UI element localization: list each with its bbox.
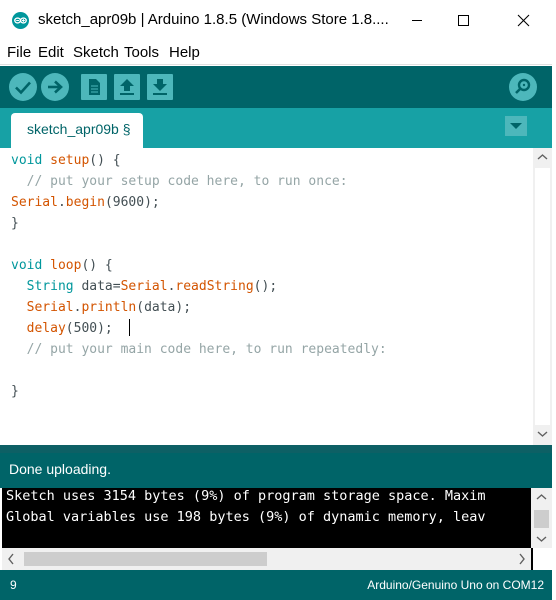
tab-label: sketch_apr09b § xyxy=(27,121,131,137)
text-cursor xyxy=(129,319,130,336)
code-line: } xyxy=(11,384,19,399)
code-line: // put your main code here, to run repea… xyxy=(26,342,387,357)
menu-edit[interactable]: Edit xyxy=(38,44,64,61)
code-line: // put your setup code here, to run once… xyxy=(26,174,348,189)
upload-button[interactable] xyxy=(41,73,69,101)
arrow-down-icon xyxy=(153,79,167,95)
window-title: sketch_apr09b | Arduino 1.8.5 (Windows S… xyxy=(38,11,389,28)
status-message: Done uploading. xyxy=(9,461,111,477)
code-line: delay(500); xyxy=(26,321,113,336)
menu-file[interactable]: File xyxy=(7,44,31,61)
code-line: void loop() { xyxy=(11,258,113,273)
close-button[interactable] xyxy=(500,0,546,40)
arrow-right-icon xyxy=(48,80,63,94)
new-button[interactable] xyxy=(81,74,107,100)
magnifier-icon xyxy=(515,78,531,94)
arrow-up-icon xyxy=(120,79,134,95)
editor-scroll-thumb[interactable] xyxy=(535,168,550,425)
code-line: String data=Serial.readString(); xyxy=(26,279,278,294)
maximize-icon xyxy=(458,15,469,26)
arduino-logo-icon xyxy=(12,12,29,29)
maximize-button[interactable] xyxy=(440,0,486,40)
tab-menu-button[interactable] xyxy=(505,116,527,136)
scroll-left-icon[interactable] xyxy=(6,552,16,566)
console-line: Global variables use 198 bytes (9%) of d… xyxy=(6,509,486,525)
file-icon xyxy=(89,79,100,95)
menu-help[interactable]: Help xyxy=(169,44,200,61)
scroll-right-icon[interactable] xyxy=(517,552,527,566)
code-line: void setup() { xyxy=(11,153,121,168)
pane-divider[interactable] xyxy=(0,445,556,453)
menu-sketch[interactable]: Sketch xyxy=(73,44,119,61)
verify-button[interactable] xyxy=(9,73,37,101)
line-number: 9 xyxy=(10,578,17,592)
serial-monitor-button[interactable] xyxy=(509,73,537,101)
scroll-down-icon[interactable] xyxy=(536,429,549,439)
menu-tools[interactable]: Tools xyxy=(124,44,159,61)
close-icon xyxy=(517,14,530,27)
scroll-up-icon[interactable] xyxy=(536,152,549,162)
minimize-button[interactable] xyxy=(394,0,440,40)
console-vertical-scroll-thumb[interactable] xyxy=(534,510,549,528)
console-horizontal-scroll-thumb[interactable] xyxy=(24,552,267,566)
minimize-icon xyxy=(412,20,422,21)
board-port-info: Arduino/Genuino Uno on COM12 xyxy=(367,578,544,592)
console-line: Sketch uses 3154 bytes (9%) of program s… xyxy=(6,488,486,504)
window-edge xyxy=(552,40,556,600)
triangle-down-icon xyxy=(510,123,522,129)
code-line: } xyxy=(11,216,19,231)
code-line: Serial.println(data); xyxy=(26,300,192,315)
scroll-up-icon[interactable] xyxy=(535,492,548,502)
check-icon xyxy=(15,81,31,95)
open-button[interactable] xyxy=(114,74,140,100)
code-line: Serial.begin(9600); xyxy=(11,195,160,210)
scroll-down-icon[interactable] xyxy=(535,534,548,544)
save-button[interactable] xyxy=(147,74,173,100)
